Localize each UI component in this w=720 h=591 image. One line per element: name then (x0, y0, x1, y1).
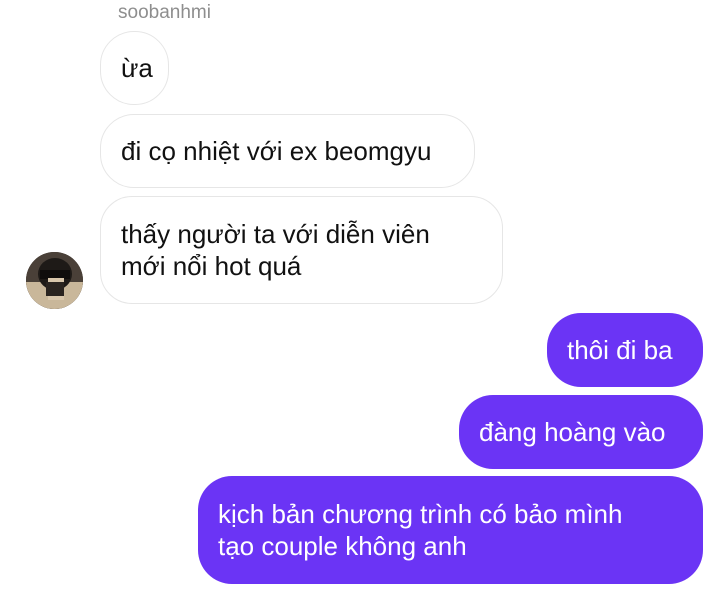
outgoing-message[interactable]: đàng hoàng vào (459, 395, 703, 469)
user-avatar-icon (26, 252, 83, 309)
incoming-message[interactable]: thấy người ta với diễn viên mới nổi hot … (100, 196, 503, 304)
incoming-message[interactable]: đi cọ nhiệt với ex beomgyu (100, 114, 475, 188)
incoming-message[interactable]: ừa (100, 31, 169, 105)
outgoing-message[interactable]: kịch bản chương trình có bảo mình tạo co… (198, 476, 703, 584)
outgoing-message[interactable]: thôi đi ba (547, 313, 703, 387)
avatar[interactable] (26, 252, 83, 309)
sender-name: soobanhmi (118, 2, 211, 23)
